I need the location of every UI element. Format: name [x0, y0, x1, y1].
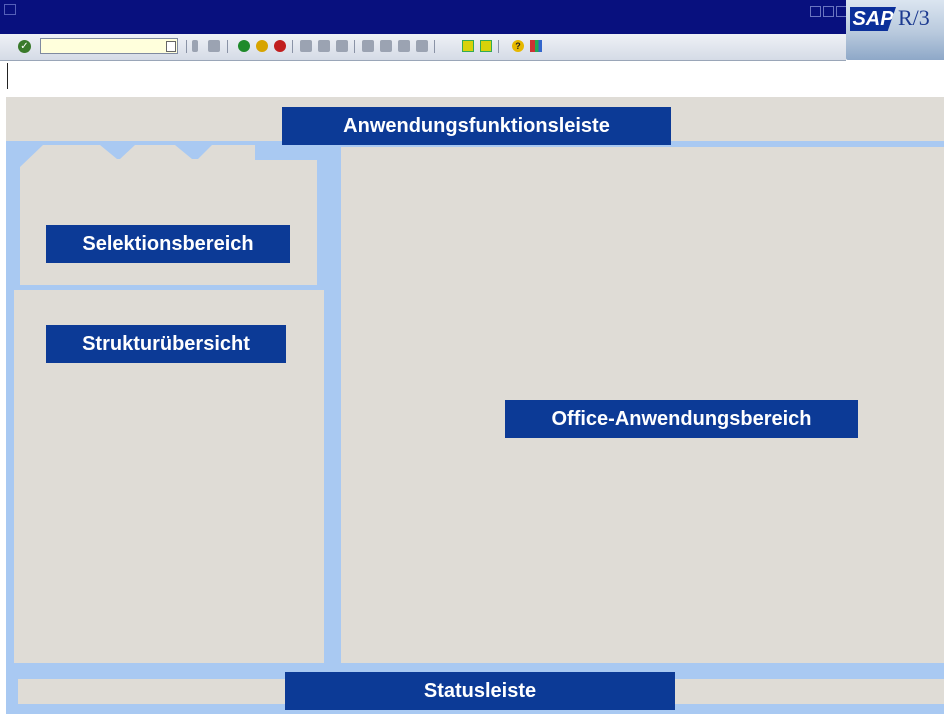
- office-application-area-label: Office-Anwendungsbereich: [505, 400, 858, 438]
- screen-layout-frame: Anwendungsfunktionsleiste Selektionsbere…: [6, 97, 944, 714]
- text-cursor: [7, 63, 8, 89]
- create-session-icon[interactable]: [462, 40, 474, 52]
- system-menu-icon[interactable]: [4, 4, 16, 15]
- selection-area: [20, 145, 317, 285]
- first-page-icon[interactable]: [362, 40, 374, 52]
- sap-logo-product: R/3: [898, 5, 930, 30]
- toolbar-separator: [186, 40, 187, 53]
- structure-overview-label: Strukturübersicht: [46, 325, 286, 363]
- status-bar-label: Statusleiste: [285, 672, 675, 710]
- cancel-icon[interactable]: [274, 40, 286, 52]
- command-field[interactable]: [40, 38, 178, 54]
- enter-icon[interactable]: ✓: [18, 40, 31, 53]
- toolbar-separator: [354, 40, 355, 53]
- previous-page-icon[interactable]: [380, 40, 392, 52]
- find-next-icon[interactable]: [336, 40, 348, 52]
- command-history-icon[interactable]: [166, 41, 176, 52]
- sap-logo: SAP R/3: [846, 0, 944, 60]
- selection-area-label: Selektionsbereich: [46, 225, 290, 263]
- minimize-icon[interactable]: [810, 6, 821, 17]
- toolbar-separator: [498, 40, 499, 53]
- toolbar-separator: [292, 40, 293, 53]
- standard-toolbar: ✓ ?: [0, 34, 846, 61]
- print-icon[interactable]: [300, 40, 312, 52]
- last-page-icon[interactable]: [416, 40, 428, 52]
- title-bar: [0, 0, 944, 34]
- application-toolbar-label: Anwendungsfunktionsleiste: [282, 107, 671, 145]
- back-icon[interactable]: [238, 40, 250, 52]
- sap-logo-brand: SAP: [850, 7, 896, 31]
- save-icon[interactable]: [208, 40, 220, 52]
- exit-icon[interactable]: [256, 40, 268, 52]
- customize-layout-icon[interactable]: [530, 40, 542, 52]
- toolbar-separator: [434, 40, 435, 53]
- maximize-icon[interactable]: [823, 6, 834, 17]
- next-page-icon[interactable]: [398, 40, 410, 52]
- find-icon[interactable]: [318, 40, 330, 52]
- toolbar-separator: [227, 40, 228, 53]
- shortcut-icon[interactable]: [480, 40, 492, 52]
- help-icon[interactable]: ?: [512, 40, 524, 52]
- collapse-icon[interactable]: [192, 40, 198, 52]
